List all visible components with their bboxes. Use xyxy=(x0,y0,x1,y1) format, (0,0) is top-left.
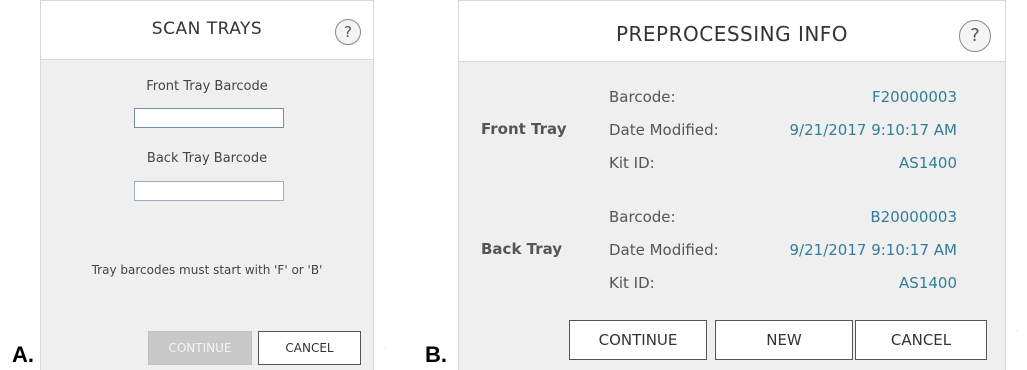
panel-a-letter: A. xyxy=(12,342,34,367)
back-date-value: 9/21/2017 9:10:17 AM xyxy=(789,241,957,259)
front-kit-label: Kit ID: xyxy=(609,154,655,172)
back-kit-label: Kit ID: xyxy=(609,274,655,292)
front-kit-value: AS1400 xyxy=(899,154,957,172)
continue-button[interactable]: CONTINUE xyxy=(148,331,252,365)
front-barcode-label: Barcode: xyxy=(609,88,676,106)
front-tray-barcode-input[interactable] xyxy=(134,108,284,128)
back-barcode-value: B20000003 xyxy=(870,208,957,226)
back-tray-label: Back Tray xyxy=(481,240,563,258)
preprocessing-header: PREPROCESSING INFO ? xyxy=(459,1,1005,62)
dialog-title: SCAN TRAYS xyxy=(151,19,263,39)
side-mark: · xyxy=(380,348,387,350)
back-tray-barcode-label: Back Tray Barcode xyxy=(146,151,268,166)
back-tray-barcode-input[interactable] xyxy=(134,181,284,201)
help-icon[interactable]: ? xyxy=(959,20,991,52)
back-kit-value: AS1400 xyxy=(899,274,957,292)
side-mark: · xyxy=(1012,330,1019,332)
help-icon[interactable]: ? xyxy=(335,19,361,45)
barcode-hint: Tray barcodes must start with 'F' or 'B' xyxy=(91,263,323,277)
back-date-label: Date Modified: xyxy=(609,241,719,259)
panel-b-letter: B. xyxy=(425,342,447,367)
front-date-value: 9/21/2017 9:10:17 AM xyxy=(789,121,957,139)
new-button[interactable]: NEW xyxy=(715,320,853,360)
dialog-title: PREPROCESSING INFO xyxy=(615,22,849,46)
front-tray-label: Front Tray xyxy=(481,120,567,138)
preprocessing-info-dialog: PREPROCESSING INFO ? Front Tray Barcode:… xyxy=(458,0,1006,370)
cancel-button[interactable]: CANCEL xyxy=(855,320,987,360)
scan-trays-dialog: SCAN TRAYS ? Front Tray Barcode Back Tra… xyxy=(40,0,374,370)
back-barcode-label: Barcode: xyxy=(609,208,676,226)
continue-button[interactable]: CONTINUE xyxy=(569,320,707,360)
cancel-button[interactable]: CANCEL xyxy=(258,331,361,365)
scan-trays-header: SCAN TRAYS ? xyxy=(41,1,373,60)
front-date-label: Date Modified: xyxy=(609,121,719,139)
front-barcode-value: F20000003 xyxy=(872,88,957,106)
front-tray-barcode-label: Front Tray Barcode xyxy=(146,79,268,94)
